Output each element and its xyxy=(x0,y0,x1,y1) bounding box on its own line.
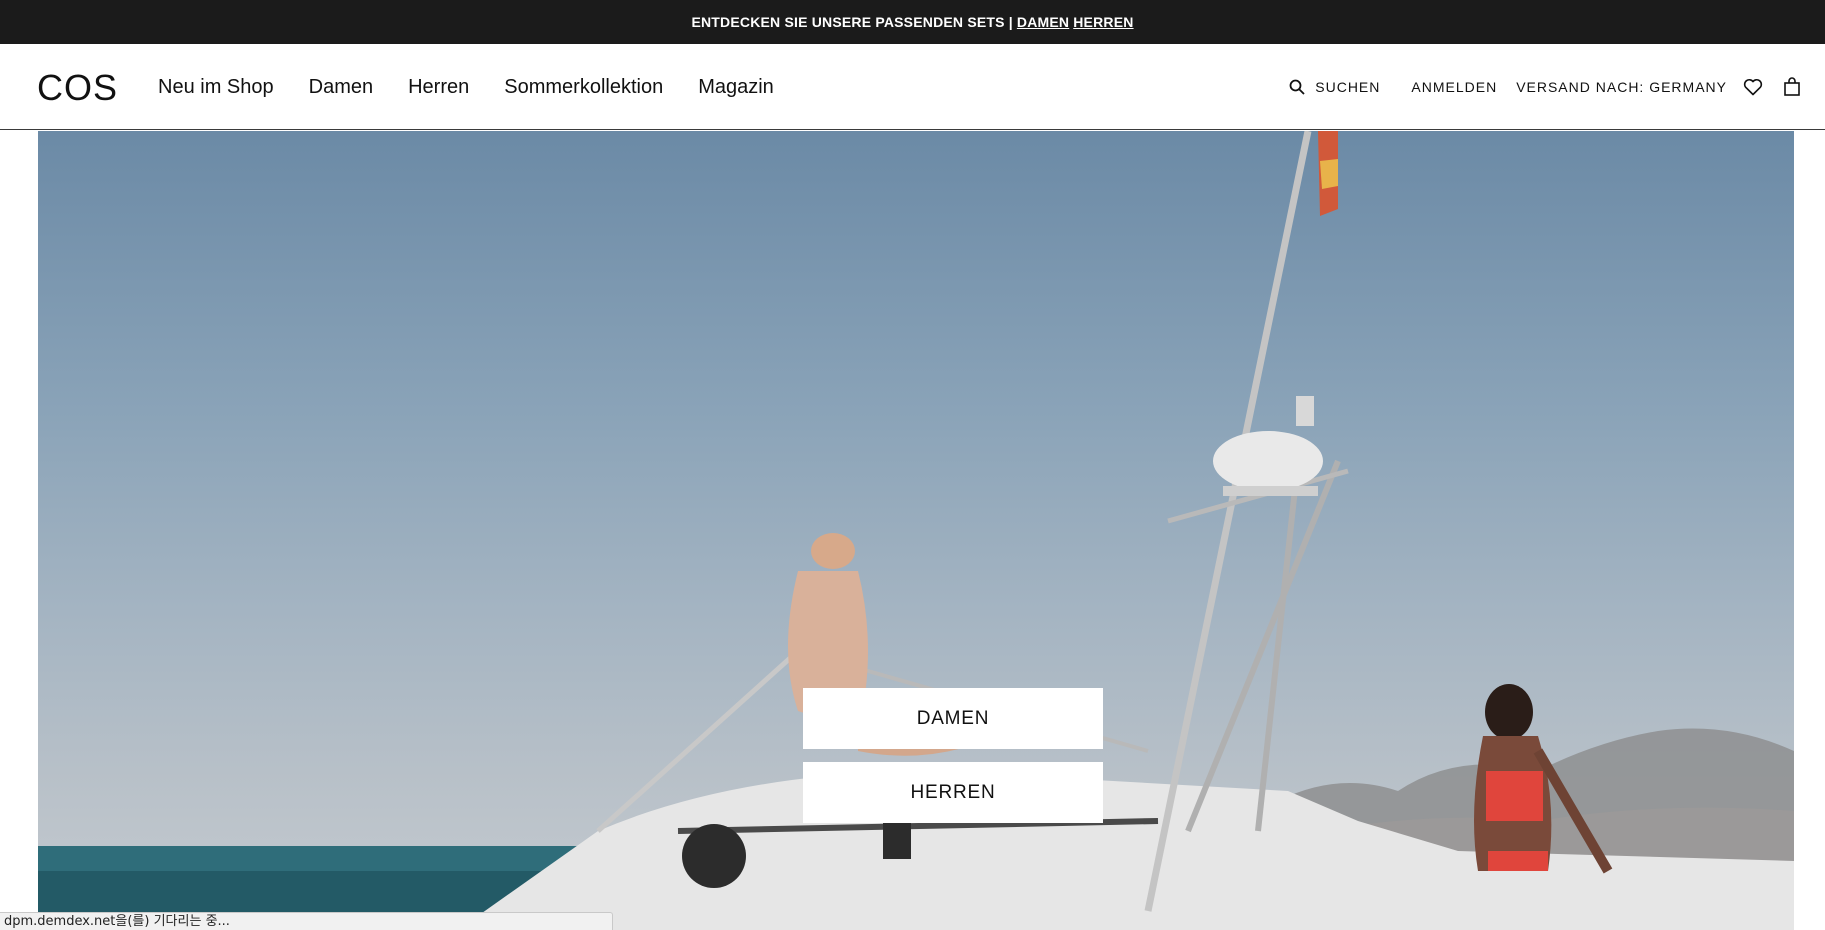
shipping-country-selector[interactable]: VERSAND NACH: GERMANY xyxy=(1516,79,1727,95)
nav-item-summer-collection[interactable]: Sommerkollektion xyxy=(504,76,663,99)
nav-item-magazine[interactable]: Magazin xyxy=(698,76,774,99)
promo-link-herren[interactable]: HERREN xyxy=(1073,14,1133,30)
browser-status-bar: dpm.demdex.net을(를) 기다리는 중... xyxy=(0,912,613,930)
shop-herren-button[interactable]: HERREN xyxy=(803,762,1103,823)
shop-damen-button[interactable]: DAMEN xyxy=(803,688,1103,749)
shipping-label: VERSAND NACH: GERMANY xyxy=(1516,79,1727,95)
site-header: COS Neu im Shop Damen Herren Sommerkolle… xyxy=(0,44,1825,130)
utility-nav: SUCHEN ANMELDEN VERSAND NACH: GERMANY xyxy=(1289,44,1801,130)
search-label: SUCHEN xyxy=(1315,79,1381,95)
cos-logo[interactable]: COS xyxy=(37,67,118,109)
login-label: ANMELDEN xyxy=(1411,79,1498,95)
nav-item-damen[interactable]: Damen xyxy=(309,76,373,99)
promo-text: ENTDECKEN SIE UNSERE PASSENDEN SETS | xyxy=(691,14,1013,30)
search-icon xyxy=(1289,79,1305,95)
shopping-bag-icon xyxy=(1784,77,1800,96)
promo-link-damen[interactable]: DAMEN xyxy=(1017,14,1069,30)
nav-item-new-in[interactable]: Neu im Shop xyxy=(158,76,274,99)
main-nav: Neu im Shop Damen Herren Sommerkollektio… xyxy=(158,44,809,130)
search-button[interactable]: SUCHEN xyxy=(1289,79,1380,95)
heart-icon xyxy=(1743,78,1763,96)
login-link[interactable]: ANMELDEN xyxy=(1411,79,1497,95)
wishlist-button[interactable] xyxy=(1743,78,1763,96)
nav-item-herren[interactable]: Herren xyxy=(408,76,469,99)
promo-bar: ENTDECKEN SIE UNSERE PASSENDEN SETS | DA… xyxy=(0,0,1825,44)
hero-banner: DAMEN HERREN xyxy=(38,131,1794,930)
shopping-bag-button[interactable] xyxy=(1783,77,1801,97)
